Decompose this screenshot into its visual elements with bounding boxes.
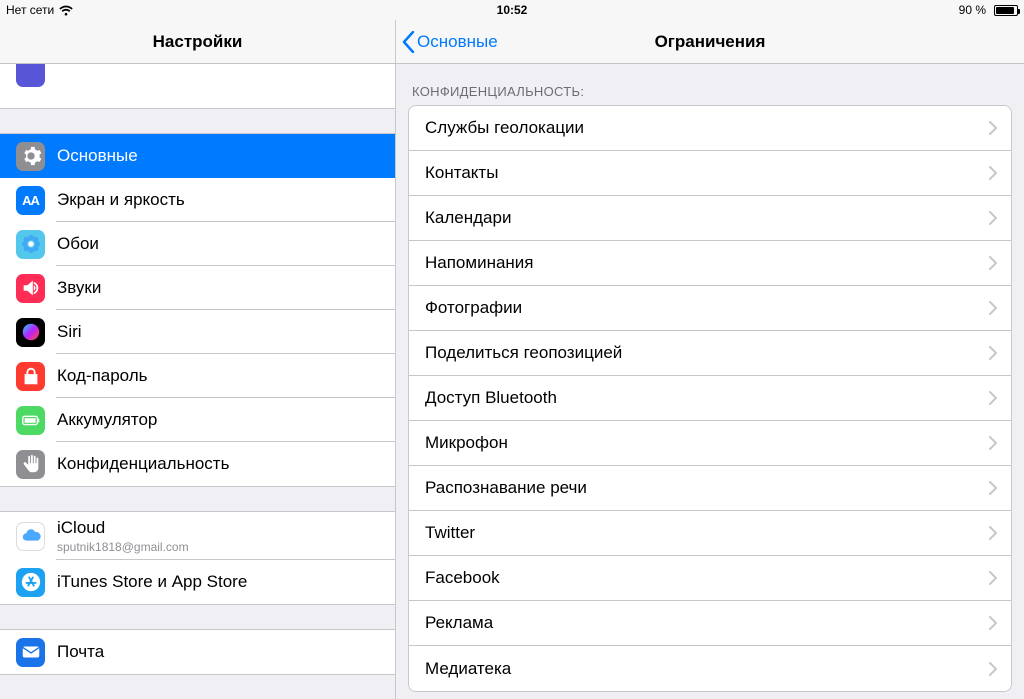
- privacy-item-label: Facebook: [425, 568, 989, 588]
- privacy-item-label: Реклама: [425, 613, 989, 633]
- sidebar-item-partial[interactable]: [0, 64, 395, 108]
- sidebar-item-subtitle: sputnik1818@gmail.com: [57, 540, 189, 554]
- sidebar-item-label: iCloud: [57, 518, 189, 538]
- sidebar-item-label: iTunes Store и App Store: [57, 572, 247, 592]
- sidebar-list[interactable]: Основные AA Экран и яркость Обои Звуки Siri Ко…: [0, 64, 395, 699]
- privacy-item-sharelocation[interactable]: Поделиться геопозицией: [409, 331, 1011, 376]
- sidebar-item-label: Экран и яркость: [57, 190, 185, 210]
- flower-icon: [16, 230, 45, 259]
- sidebar-item-mail[interactable]: Почта: [0, 630, 395, 674]
- sidebar-item-sounds[interactable]: Звуки: [0, 266, 395, 310]
- detail-pane: Основные Ограничения КОНФИДЕНЦИАЛЬНОСТЬ:…: [396, 20, 1024, 699]
- privacy-item-label: Распознавание речи: [425, 478, 989, 498]
- privacy-item-microphone[interactable]: Микрофон: [409, 421, 1011, 466]
- privacy-item-photos[interactable]: Фотографии: [409, 286, 1011, 331]
- status-battery-text: 90 %: [959, 3, 986, 17]
- sidebar-header: Настройки: [0, 20, 395, 64]
- privacy-item-label: Фотографии: [425, 298, 989, 318]
- status-bar: Нет сети 10:52 90 %: [0, 0, 1024, 20]
- chevron-right-icon: [989, 436, 997, 450]
- privacy-item-reminders[interactable]: Напоминания: [409, 241, 1011, 286]
- chevron-right-icon: [989, 166, 997, 180]
- chevron-right-icon: [989, 571, 997, 585]
- appstore-icon: [16, 568, 45, 597]
- cloud-icon: [16, 522, 45, 551]
- privacy-item-label: Доступ Bluetooth: [425, 388, 989, 408]
- detail-header: Основные Ограничения: [396, 20, 1024, 64]
- sidebar-item-label: Звуки: [57, 278, 101, 298]
- privacy-item-media[interactable]: Медиатека: [409, 646, 1011, 691]
- chevron-right-icon: [989, 121, 997, 135]
- sidebar-item-appstore[interactable]: iTunes Store и App Store: [0, 560, 395, 604]
- chevron-right-icon: [989, 391, 997, 405]
- sidebar-item-siri[interactable]: Siri: [0, 310, 395, 354]
- sidebar-item-label: Почта: [57, 642, 104, 662]
- chevron-right-icon: [989, 662, 997, 676]
- privacy-item-label: Календари: [425, 208, 989, 228]
- chevron-right-icon: [989, 526, 997, 540]
- sidebar-item-general[interactable]: Основные: [0, 134, 395, 178]
- sidebar-item-passcode[interactable]: Код-пароль: [0, 354, 395, 398]
- sidebar-item-wallpaper[interactable]: Обои: [0, 222, 395, 266]
- status-network: Нет сети: [6, 3, 54, 17]
- chevron-right-icon: [989, 346, 997, 360]
- status-time: 10:52: [497, 3, 528, 17]
- privacy-item-label: Контакты: [425, 163, 989, 183]
- privacy-item-label: Напоминания: [425, 253, 989, 273]
- privacy-item-facebook[interactable]: Facebook: [409, 556, 1011, 601]
- privacy-item-bluetooth[interactable]: Доступ Bluetooth: [409, 376, 1011, 421]
- sidebar-item-privacy[interactable]: Конфиденциальность: [0, 442, 395, 486]
- wifi-icon: [59, 5, 73, 16]
- section-header-privacy: КОНФИДЕНЦИАЛЬНОСТЬ:: [396, 78, 1024, 105]
- gear-icon: [16, 142, 45, 171]
- chevron-right-icon: [989, 301, 997, 315]
- privacy-item-speech[interactable]: Распознавание речи: [409, 466, 1011, 511]
- chevron-right-icon: [989, 616, 997, 630]
- siri-icon: [16, 318, 45, 347]
- sidebar-item-icloud[interactable]: iCloud sputnik1818@gmail.com: [0, 512, 395, 560]
- privacy-item-twitter[interactable]: Twitter: [409, 511, 1011, 556]
- hand-icon: [16, 450, 45, 479]
- privacy-item-ads[interactable]: Реклама: [409, 601, 1011, 646]
- chevron-right-icon: [989, 481, 997, 495]
- chevron-right-icon: [989, 211, 997, 225]
- sidebar-item-label: Код-пароль: [57, 366, 148, 386]
- detail-list[interactable]: КОНФИДЕНЦИАЛЬНОСТЬ: Службы геолокации Кон…: [396, 64, 1024, 699]
- aa-icon: AA: [16, 186, 45, 215]
- battery-icon: [16, 406, 45, 435]
- sidebar-item-label: Siri: [57, 322, 82, 342]
- privacy-item-label: Поделиться геопозицией: [425, 343, 989, 363]
- speaker-icon: [16, 274, 45, 303]
- back-button[interactable]: Основные: [402, 20, 498, 63]
- sidebar-title: Настройки: [153, 32, 243, 52]
- chevron-right-icon: [989, 256, 997, 270]
- lock-icon: [16, 362, 45, 391]
- sidebar-item-label: Конфиденциальность: [57, 454, 229, 474]
- sidebar-item-label: Обои: [57, 234, 99, 254]
- privacy-item-label: Микрофон: [425, 433, 989, 453]
- privacy-item-location[interactable]: Службы геолокации: [409, 106, 1011, 151]
- sidebar-item-label: Аккумулятор: [57, 410, 157, 430]
- privacy-item-label: Службы геолокации: [425, 118, 989, 138]
- privacy-item-contacts[interactable]: Контакты: [409, 151, 1011, 196]
- sidebar-item-label: Основные: [57, 146, 138, 166]
- privacy-item-label: Twitter: [425, 523, 989, 543]
- battery-icon: [991, 5, 1018, 16]
- sidebar-item-battery[interactable]: Аккумулятор: [0, 398, 395, 442]
- sidebar-item-display[interactable]: AA Экран и яркость: [0, 178, 395, 222]
- sidebar: Настройки Основные AA Экран и яркость Обои З…: [0, 20, 396, 699]
- back-label: Основные: [417, 32, 498, 52]
- privacy-item-calendars[interactable]: Календари: [409, 196, 1011, 241]
- mail-icon: [16, 638, 45, 667]
- privacy-item-label: Медиатека: [425, 659, 989, 679]
- detail-title: Ограничения: [655, 32, 766, 52]
